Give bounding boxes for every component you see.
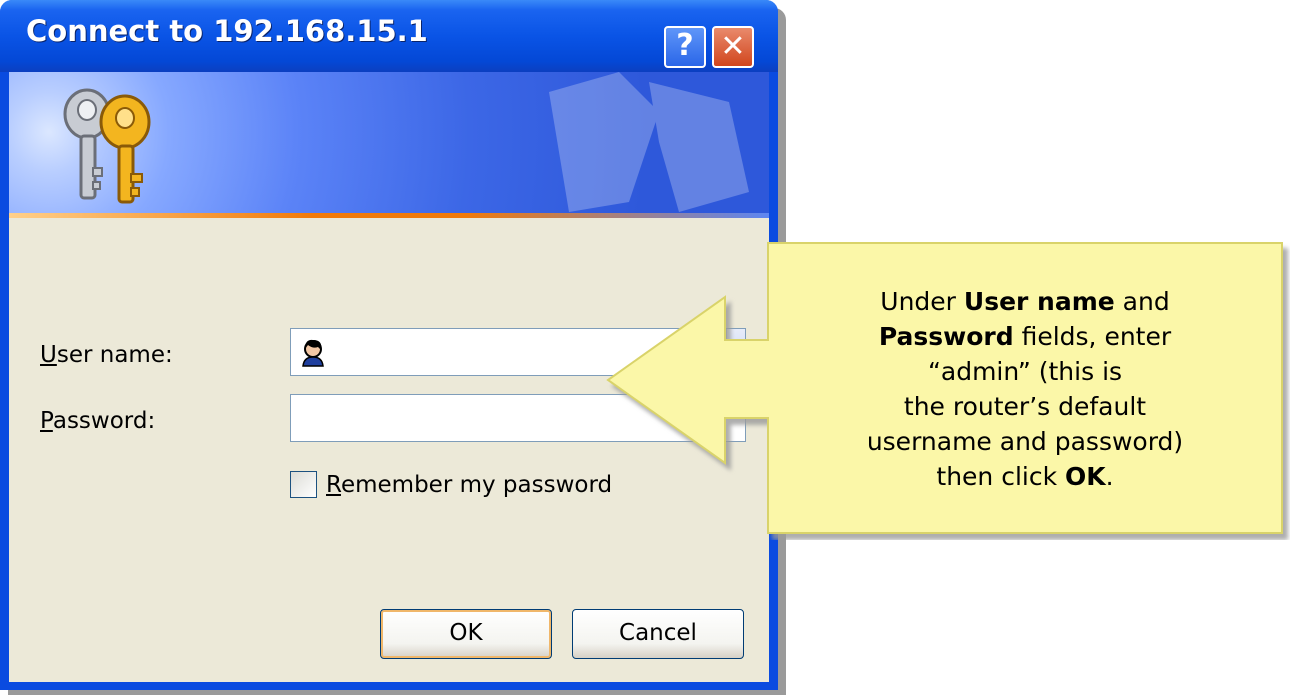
help-button[interactable]: ? [664, 26, 706, 68]
title-bar[interactable]: Connect to 192.168.15.1 ? ✕ [0, 0, 778, 72]
callout-text: Under User name and Password fields, ent… [866, 287, 1184, 491]
password-label: Password: [40, 408, 156, 434]
user-account-icon [302, 339, 324, 367]
remember-password-checkbox[interactable] [290, 471, 317, 498]
close-button[interactable]: ✕ [712, 26, 754, 68]
banner-divider [9, 213, 769, 218]
username-label: User name: [40, 342, 173, 368]
keys-icon [63, 88, 151, 204]
dialog-title: Connect to 192.168.15.1 [26, 14, 428, 48]
banner [9, 72, 769, 218]
banner-watermark-icon [549, 72, 749, 212]
cancel-button[interactable]: Cancel [572, 609, 744, 659]
remember-password-label[interactable]: Remember my password [326, 472, 612, 498]
ok-button[interactable]: OK [380, 609, 552, 659]
